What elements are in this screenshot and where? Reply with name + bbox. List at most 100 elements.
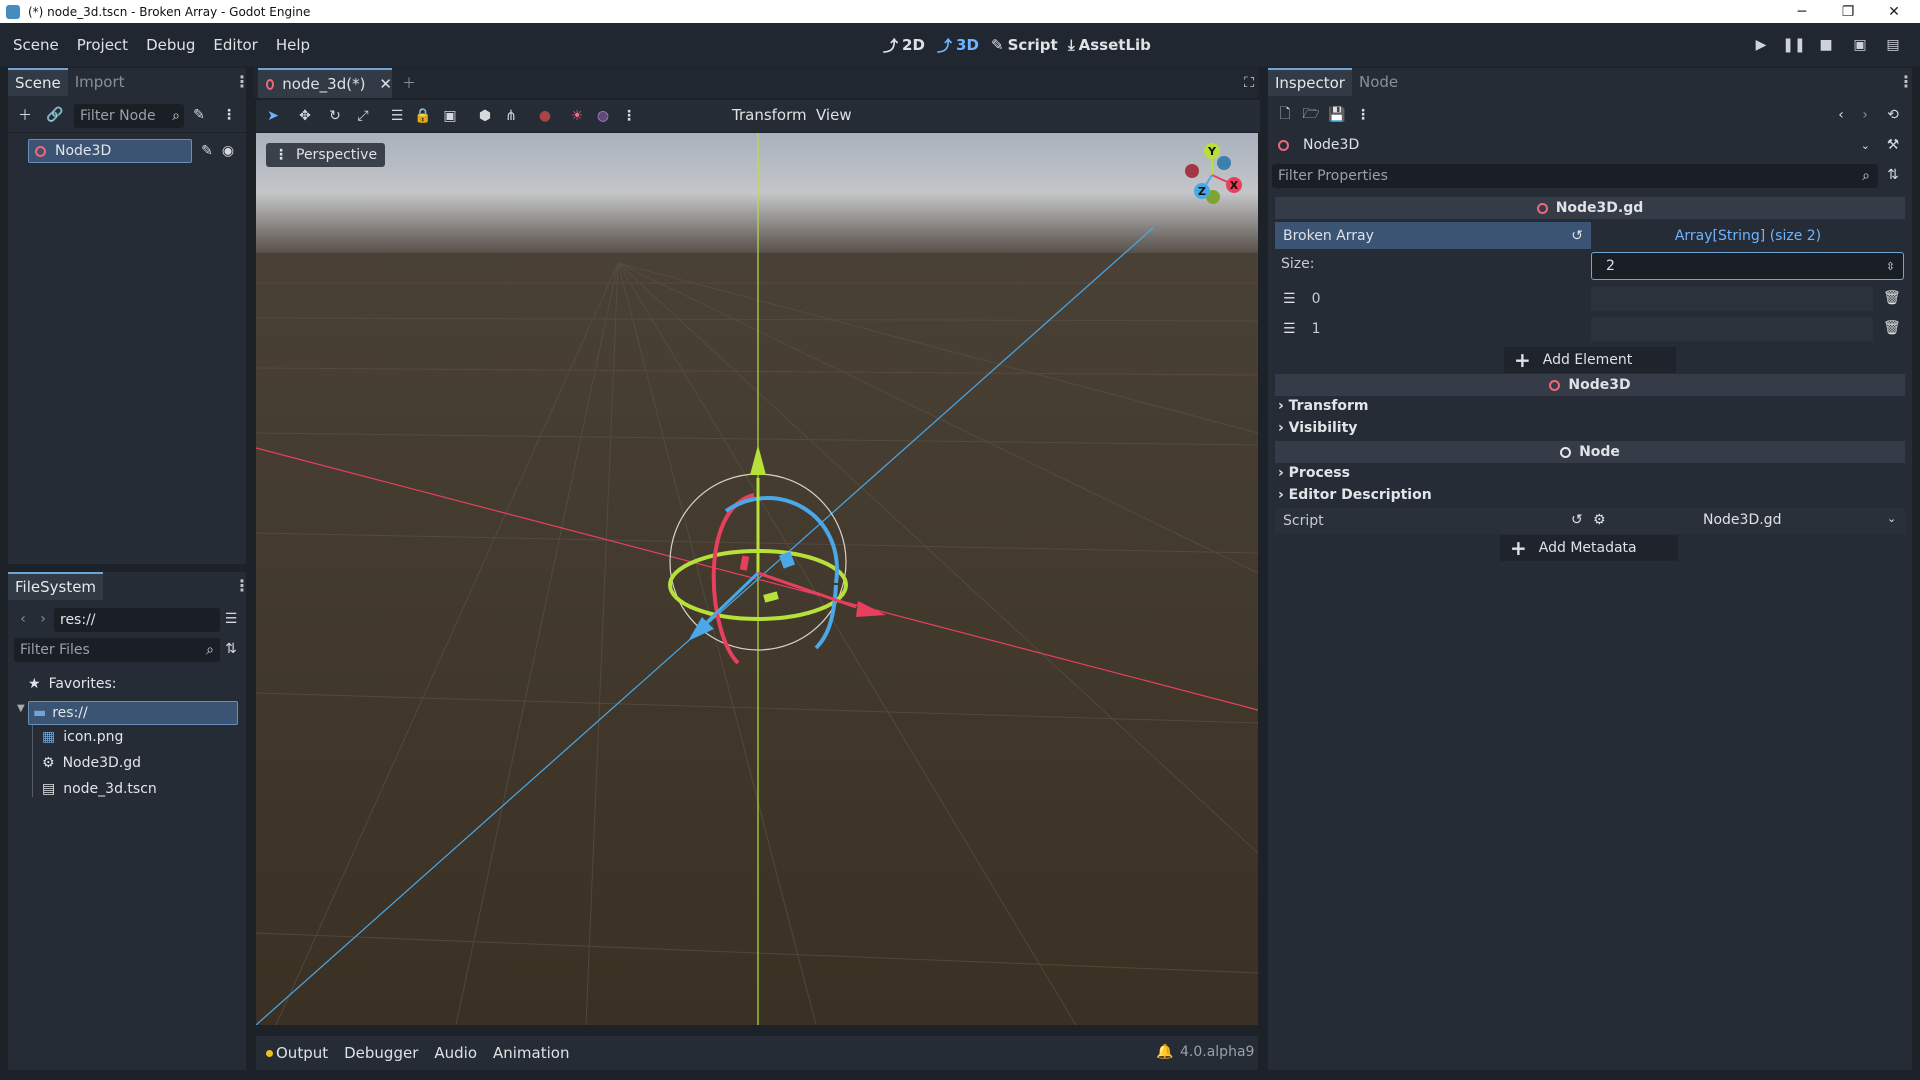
move-tool-icon[interactable]: ✥	[294, 105, 316, 127]
workspace-script-button[interactable]: ✎ Script	[991, 23, 1058, 67]
scale-tool-icon[interactable]: ⤢	[352, 105, 374, 127]
group-transform[interactable]: › Transform	[1278, 398, 1369, 414]
snap-icon[interactable]: ⋔	[500, 105, 522, 127]
visibility-eye-icon[interactable]: ◉	[217, 140, 239, 162]
array-value-button[interactable]: Array[String] (size 2)	[1591, 222, 1905, 249]
script-value[interactable]: Node3D.gd	[1703, 512, 1781, 528]
scene-dock-menu-icon[interactable]: ⋮	[234, 72, 250, 91]
play-custom-scene-icon[interactable]: ▤	[1882, 34, 1904, 56]
history-back-icon[interactable]: ‹	[1830, 104, 1852, 126]
sort-icon[interactable]: ⇅	[220, 638, 242, 660]
attach-script-icon[interactable]: ✎	[188, 104, 210, 126]
sort-properties-icon[interactable]: ⇅	[1882, 164, 1904, 186]
notification-bell-icon[interactable]: 🔔	[1156, 1044, 1173, 1060]
pause-icon[interactable]: ❚❚	[1782, 34, 1805, 56]
add-tab-icon[interactable]: ＋	[398, 72, 420, 94]
group-visibility[interactable]: › Visibility	[1278, 420, 1357, 436]
play-icon[interactable]: ▶	[1750, 34, 1772, 56]
element-value-field[interactable]	[1591, 287, 1873, 311]
delete-trash-icon[interactable]: 🗑	[1883, 320, 1901, 336]
menu-debug[interactable]: Debug	[137, 36, 204, 54]
3d-viewport[interactable]: ⋮ Perspective Y X Z	[256, 133, 1258, 1025]
history-forward-icon[interactable]: ›	[1854, 104, 1876, 126]
list-select-icon[interactable]: ☰	[386, 105, 408, 127]
new-resource-icon[interactable]: 🗋	[1274, 104, 1296, 126]
distraction-free-icon[interactable]: ⛶	[1238, 72, 1260, 94]
perspective-menu-button[interactable]: ⋮ Perspective	[266, 143, 386, 167]
tab-animation[interactable]: Animation	[493, 1044, 569, 1062]
tree-node-root[interactable]: Node3D	[28, 139, 192, 163]
transform-menu[interactable]: Transform	[732, 106, 807, 124]
tab-audio[interactable]: Audio	[434, 1044, 477, 1062]
maximize-button[interactable]: ❐	[1828, 0, 1868, 23]
delete-trash-icon[interactable]: 🗑	[1883, 290, 1901, 306]
select-tool-icon[interactable]: ➤	[262, 105, 284, 127]
group-editor-description[interactable]: › Editor Description	[1278, 487, 1432, 503]
group-icon[interactable]: ▣	[439, 105, 461, 127]
menu-scene[interactable]: Scene	[4, 36, 68, 54]
group-process[interactable]: › Process	[1278, 465, 1350, 481]
close-window-button[interactable]: ✕	[1874, 0, 1914, 23]
viewport-options-icon[interactable]: ⋮	[618, 105, 640, 127]
drag-handle-icon[interactable]: ☰	[1283, 291, 1296, 307]
file-row[interactable]: ▤ node_3d.tscn	[42, 781, 157, 797]
tab-inspector[interactable]: Inspector	[1268, 68, 1352, 96]
drag-handle-icon[interactable]: ☰	[1283, 321, 1296, 337]
favorites-row[interactable]: ★ Favorites:	[28, 676, 117, 692]
tab-output[interactable]: Output	[276, 1044, 328, 1062]
tab-filesystem[interactable]: FileSystem	[8, 572, 104, 600]
close-tab-icon[interactable]: ✕	[379, 75, 392, 93]
array-size-spinbox[interactable]: 2 ⇳	[1591, 252, 1904, 280]
minimize-button[interactable]: ─	[1782, 0, 1822, 23]
filesystem-path-field[interactable]: res://	[54, 608, 220, 632]
broken-array-property[interactable]: Broken Array ↺	[1275, 222, 1591, 249]
tab-import[interactable]: Import	[68, 68, 132, 96]
element-value-field[interactable]	[1591, 317, 1873, 341]
workspace-2d-button[interactable]: ⤴ 2D	[883, 23, 925, 67]
save-icon[interactable]: 💾	[1326, 104, 1348, 126]
script-attached-icon[interactable]: ✎	[196, 140, 218, 162]
back-chevron-icon[interactable]: ‹	[12, 608, 34, 630]
scene-tree-menu-icon[interactable]: ⋮	[218, 104, 240, 126]
file-row[interactable]: ⚙ Node3D.gd	[42, 755, 141, 771]
collapse-arrow-icon[interactable]: ▼	[17, 703, 25, 714]
file-row[interactable]: ▦ icon.png	[42, 729, 123, 745]
add-node-icon[interactable]: ＋	[14, 104, 36, 126]
instance-scene-icon[interactable]: 🔗	[44, 104, 66, 126]
view-menu[interactable]: View	[816, 106, 852, 124]
revert-icon[interactable]: ↺	[1571, 228, 1583, 244]
rotate-tool-icon[interactable]: ↻	[324, 105, 346, 127]
toggle-split-icon[interactable]: ☰	[220, 608, 242, 630]
tab-scene[interactable]: Scene	[8, 68, 68, 96]
add-metadata-button[interactable]: + Add Metadata	[1500, 535, 1678, 561]
play-scene-icon[interactable]: ▣	[1849, 34, 1871, 56]
inspector-menu-icon[interactable]: ⋮	[1898, 72, 1914, 91]
object-selector[interactable]: Node3D ⌄	[1272, 133, 1878, 157]
folder-res-row[interactable]: ▬ res://	[28, 701, 238, 725]
tab-node[interactable]: Node	[1352, 68, 1405, 96]
forward-chevron-icon[interactable]: ›	[32, 608, 54, 630]
resource-menu-icon[interactable]: ⋮	[1352, 104, 1374, 126]
menu-help[interactable]: Help	[267, 36, 319, 54]
scene-tab[interactable]: node_3d(*) ✕	[258, 68, 392, 98]
spin-arrows-icon[interactable]: ⇳	[1886, 260, 1895, 273]
menu-editor[interactable]: Editor	[204, 36, 266, 54]
open-folder-icon[interactable]: 🗁	[1300, 104, 1322, 126]
filter-files-input[interactable]: Filter Files ⌕	[14, 638, 220, 662]
stop-icon[interactable]: ■	[1815, 34, 1837, 56]
tab-debugger[interactable]: Debugger	[344, 1044, 418, 1062]
filesystem-menu-icon[interactable]: ⋮	[234, 576, 250, 595]
revert-icon[interactable]: ↺	[1571, 512, 1583, 528]
workspace-assetlib-button[interactable]: ⤓ AssetLib	[1068, 23, 1151, 67]
workspace-3d-button[interactable]: ⤴ 3D	[937, 23, 979, 67]
filter-nodes-input[interactable]: Filter Node ⌕	[74, 104, 184, 128]
history-icon[interactable]: ⟲	[1882, 104, 1904, 126]
view-axis-gizmo[interactable]: Y X Z	[1176, 139, 1246, 209]
environment-icon[interactable]: ◍	[592, 105, 614, 127]
camera-icon[interactable]: ●	[534, 105, 556, 127]
filter-properties-input[interactable]: Filter Properties ⌕	[1272, 164, 1878, 188]
local-space-icon[interactable]: ⬢	[474, 105, 496, 127]
sun-icon[interactable]: ☀	[566, 105, 588, 127]
add-element-button[interactable]: + Add Element	[1504, 347, 1676, 373]
lock-icon[interactable]: 🔒	[412, 105, 434, 127]
